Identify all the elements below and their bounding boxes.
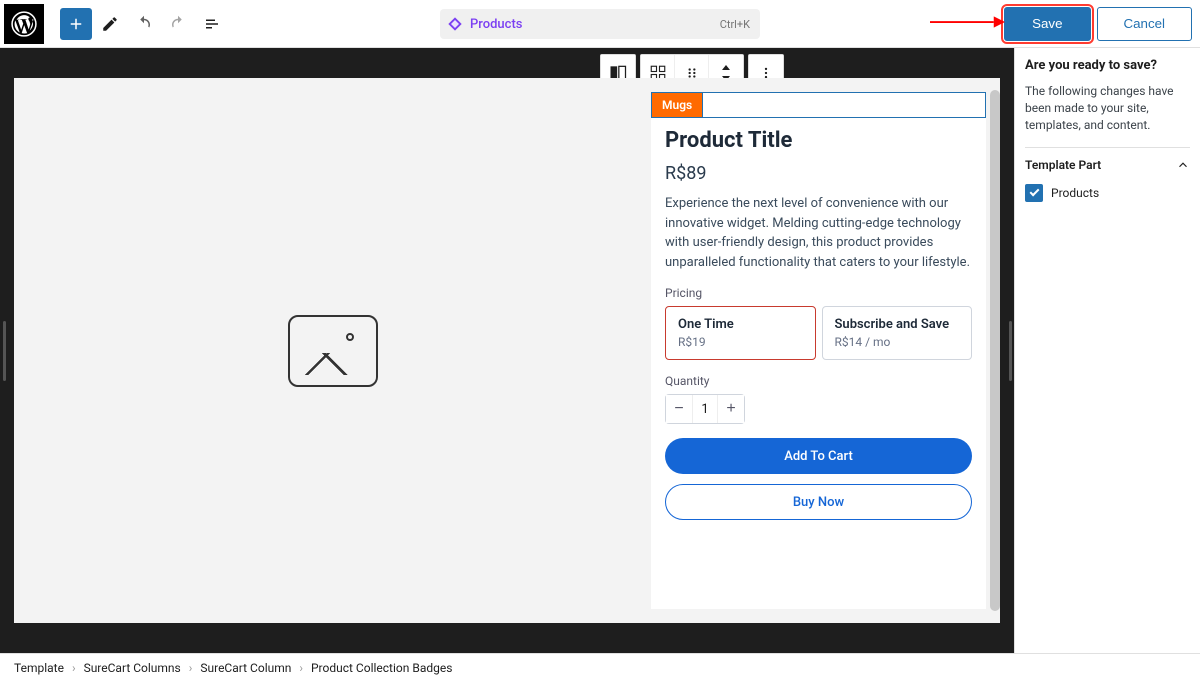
chevron-right-icon: ›: [72, 661, 76, 675]
list-icon: [203, 15, 221, 33]
crumb-columns[interactable]: SureCart Columns: [84, 661, 181, 675]
save-button[interactable]: Save: [1004, 7, 1090, 41]
canvas-scrollbar[interactable]: [990, 90, 1000, 611]
quantity-increment-button[interactable]: +: [718, 395, 744, 423]
save-item-label: Products: [1051, 186, 1099, 200]
canvas-resize-handle-left[interactable]: [0, 48, 8, 653]
add-to-cart-button[interactable]: Add To Cart: [665, 438, 972, 474]
pricing-option-title: One Time: [678, 317, 803, 332]
save-item-products[interactable]: Products: [1025, 184, 1190, 202]
checkbox-checked-icon[interactable]: [1025, 184, 1043, 202]
chevron-right-icon: ›: [299, 661, 303, 675]
wordpress-logo-button[interactable]: [4, 4, 44, 44]
crumb-template[interactable]: Template: [14, 661, 64, 675]
panel-section-label: Template Part: [1025, 158, 1101, 172]
crumb-badges[interactable]: Product Collection Badges: [311, 661, 452, 675]
pricing-section-label: Pricing: [665, 286, 972, 300]
template-part-icon: [446, 15, 464, 33]
pricing-option-one-time[interactable]: One Time R$19: [665, 306, 816, 360]
wordpress-icon: [11, 11, 37, 37]
product-price: R$89: [665, 163, 972, 184]
canvas-resize-handle-right[interactable]: [1006, 48, 1014, 653]
redo-button[interactable]: [162, 8, 194, 40]
document-shortcut: Ctrl+K: [720, 18, 750, 31]
crumb-column[interactable]: SureCart Column: [200, 661, 291, 675]
panel-heading: Are you ready to save?: [1025, 58, 1190, 73]
panel-section-template-part[interactable]: Template Part: [1025, 147, 1190, 180]
pricing-option-sub: R$19: [678, 335, 803, 349]
annotation-arrow-icon: [930, 15, 1005, 29]
collection-badge: Mugs: [652, 93, 703, 117]
toolbar-left: [60, 8, 228, 40]
product-image-column: [14, 78, 651, 623]
image-placeholder-icon: [288, 315, 378, 387]
cancel-button[interactable]: Cancel: [1097, 7, 1193, 41]
product-title[interactable]: Product Title: [665, 128, 972, 153]
pricing-option-title: Subscribe and Save: [835, 317, 960, 332]
redo-icon: [169, 15, 187, 33]
save-button-group: Save Cancel: [1004, 7, 1192, 41]
document-title-bar[interactable]: Products Ctrl+K: [440, 9, 760, 39]
pencil-icon: [101, 15, 119, 33]
quantity-value: 1: [692, 395, 718, 423]
product-details-column: Mugs Product Title R$89 Experience the n…: [651, 92, 986, 609]
editor-layout: Mugs Product Title R$89 Experience the n…: [0, 48, 1200, 653]
quantity-decrement-button[interactable]: −: [666, 395, 692, 423]
pre-publish-panel: Are you ready to save? The following cha…: [1014, 48, 1200, 653]
pricing-options: One Time R$19 Subscribe and Save R$14 / …: [665, 306, 972, 360]
document-title: Products: [470, 17, 522, 32]
panel-description: The following changes have been made to …: [1025, 83, 1190, 133]
undo-button[interactable]: [128, 8, 160, 40]
block-inserter-button[interactable]: [60, 8, 92, 40]
editor-canvas-wrapper: Mugs Product Title R$89 Experience the n…: [0, 48, 1014, 653]
product-description: Experience the next level of convenience…: [665, 194, 972, 272]
chevron-up-icon: [1176, 158, 1190, 172]
plus-icon: [67, 15, 85, 33]
quantity-label: Quantity: [665, 374, 972, 388]
editor-canvas[interactable]: Mugs Product Title R$89 Experience the n…: [14, 78, 1000, 623]
block-breadcrumb: Template › SureCart Columns › SureCart Col…: [0, 653, 1200, 681]
pricing-option-subscribe[interactable]: Subscribe and Save R$14 / mo: [822, 306, 973, 360]
pricing-option-sub: R$14 / mo: [835, 335, 960, 349]
buy-now-button[interactable]: Buy Now: [665, 484, 972, 520]
editor-top-bar: Products Ctrl+K Save Cancel: [0, 0, 1200, 48]
product-collection-badges-block[interactable]: Mugs: [651, 92, 986, 118]
quantity-stepper: − 1 +: [665, 394, 745, 424]
undo-icon: [135, 15, 153, 33]
chevron-right-icon: ›: [189, 661, 193, 675]
edit-tool-button[interactable]: [94, 8, 126, 40]
document-overview-button[interactable]: [196, 8, 228, 40]
